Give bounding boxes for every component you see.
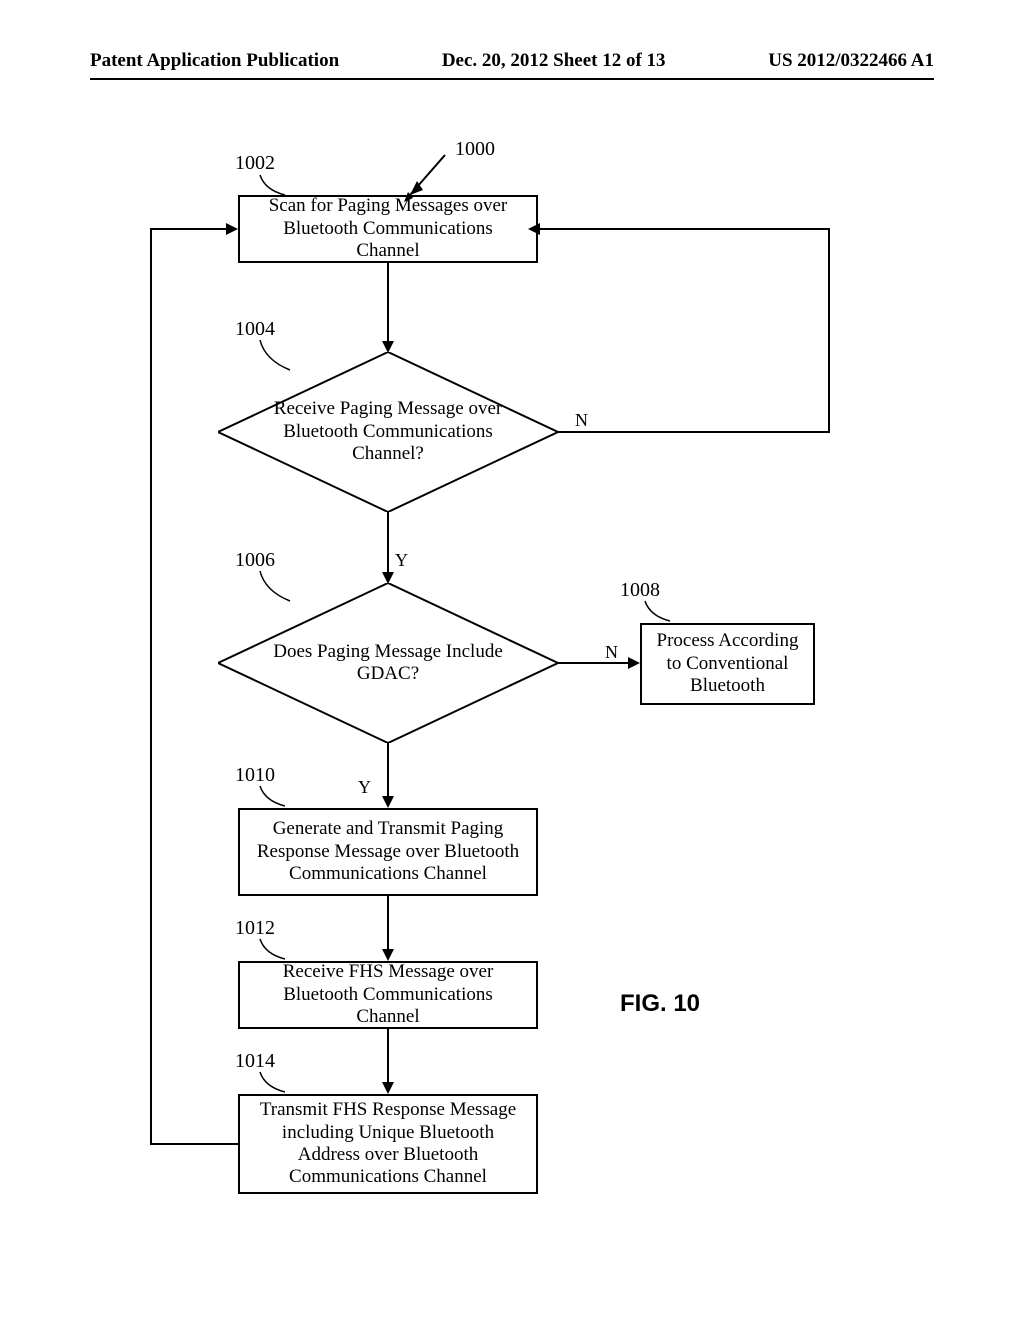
- box-1008-text: Process According to Conventional Blueto…: [654, 630, 801, 697]
- arrow-1004-n-h2: [538, 228, 830, 230]
- box-1010-text: Generate and Transmit Paging Response Me…: [252, 818, 524, 885]
- arrow-1010-1012: [387, 896, 389, 951]
- ref-1008: 1008: [620, 579, 660, 602]
- ref-1014: 1014: [235, 1050, 275, 1073]
- label-1004-y: Y: [395, 550, 408, 571]
- figure-label: FIG. 10: [620, 990, 700, 1018]
- ref-1000: 1000: [455, 138, 495, 161]
- arrow-1004-n-head: [528, 223, 540, 235]
- box-1010: Generate and Transmit Paging Response Me…: [238, 808, 538, 896]
- label-1006-n: N: [605, 642, 618, 663]
- header-rule: [90, 78, 934, 80]
- flowchart: 1000 Scan for Paging Messages over Bluet…: [0, 120, 1024, 1300]
- label-1006-y: Y: [358, 777, 371, 798]
- box-1014: Transmit FHS Response Message including …: [238, 1094, 538, 1194]
- ref-1002-leader: [255, 170, 295, 205]
- ref-1004: 1004: [235, 318, 275, 341]
- arrow-1012-1014-head: [382, 1082, 394, 1094]
- arrow-1012-1014: [387, 1029, 389, 1084]
- arrow-1014-loop-h2: [150, 228, 228, 230]
- arrow-1014-loop-h1: [150, 1143, 238, 1145]
- header-left: Patent Application Publication: [90, 50, 339, 72]
- header-center: Dec. 20, 2012 Sheet 12 of 13: [442, 50, 666, 72]
- arrow-1006-n: [558, 662, 630, 664]
- arrow-1010-1012-head: [382, 949, 394, 961]
- arrow-1006-y: [387, 743, 389, 798]
- ref-1004-leader: [255, 335, 295, 380]
- box-1012: Receive FHS Message over Bluetooth Commu…: [238, 961, 538, 1029]
- header-right: US 2012/0322466 A1: [768, 50, 934, 72]
- arrow-1014-loop-head: [226, 223, 238, 235]
- arrow-1004-y: [387, 512, 389, 574]
- arrow-1014-loop-v: [150, 228, 152, 1145]
- ref-1002: 1002: [235, 152, 275, 175]
- box-1002-text: Scan for Paging Messages over Bluetooth …: [252, 195, 524, 262]
- ref-1012: 1012: [235, 917, 275, 940]
- ref-1006-leader: [255, 566, 295, 611]
- box-1012-text: Receive FHS Message over Bluetooth Commu…: [252, 961, 524, 1028]
- arrow-1004-n-h1: [558, 431, 830, 433]
- box-1008: Process According to Conventional Blueto…: [640, 623, 815, 705]
- arrow-1002-1004: [387, 263, 389, 343]
- arrow-1004-n-v: [828, 229, 830, 433]
- page-header: Patent Application Publication Dec. 20, …: [0, 50, 1024, 72]
- ref-1006: 1006: [235, 549, 275, 572]
- arrow-1006-n-head: [628, 657, 640, 669]
- ref-1010: 1010: [235, 764, 275, 787]
- arrow-1006-y-head: [382, 796, 394, 808]
- box-1014-text: Transmit FHS Response Message including …: [252, 1099, 524, 1189]
- box-1002: Scan for Paging Messages over Bluetooth …: [238, 195, 538, 263]
- label-1004-n: N: [575, 410, 588, 431]
